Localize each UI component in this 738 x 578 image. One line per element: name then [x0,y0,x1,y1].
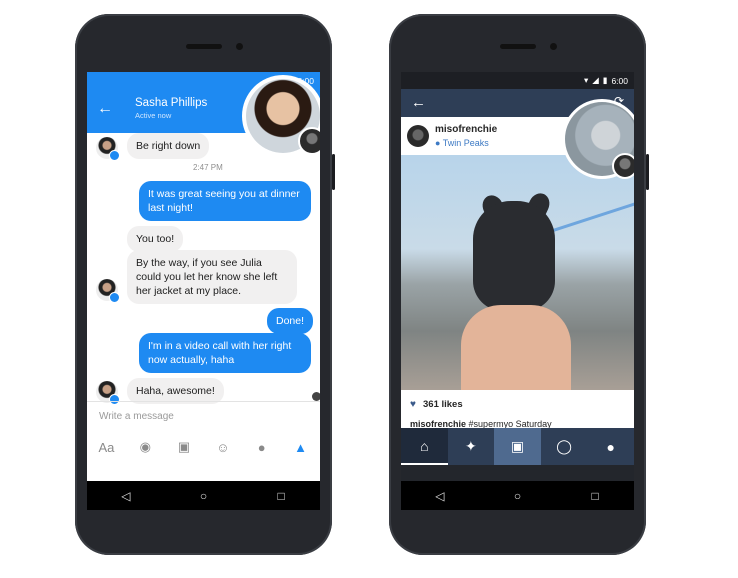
wifi-icon: ▾ [583,75,589,85]
phone-instagram: ▾ ◢ ▮ 6:00 ← ⟳ misofrenchie ● Twin Peaks… [389,14,649,555]
android-navbar: ◁ ○ □ [401,481,634,510]
avatar [96,381,120,405]
front-camera [549,43,557,50]
timestamp: 2:47 PM [193,163,223,172]
tab-profile[interactable]: ● [587,428,634,465]
home-icon: ⌂ [420,437,429,454]
nav-back-icon[interactable]: ◁ [420,489,460,503]
activity-icon: ◯ [556,438,572,454]
camera-icon: ▣ [510,438,525,454]
likes-row: ♥ 361 likes [401,390,634,420]
caption-username[interactable]: misofrenchie [410,420,466,428]
user-avatar[interactable] [407,125,429,147]
tab-explore[interactable]: ✦ [448,428,495,465]
message-outgoing: I'm in a video call with her right now a… [139,333,311,373]
microphone-icon[interactable]: ● [252,440,272,455]
status-bar: ▾ ◢ ▮ 6:00 [401,72,634,89]
composer-toolbar: Aa ◉ ▣ ☺ ● ▲ [87,431,320,463]
likes-count[interactable]: 361 likes [423,399,463,410]
text-format-button[interactable]: Aa [96,440,116,455]
caption-text: #supermyo Saturday [468,420,552,428]
contact-name: Sasha Phillips [135,97,208,109]
messenger-screen: ▾ ◢ ▮ 6:00 ← Sasha Phillips Active now B… [87,72,320,510]
nav-recent-icon[interactable]: □ [575,489,615,503]
bottom-tab-bar: ⌂ ✦ ▣ ◯ ● [401,428,634,465]
message-input[interactable]: Write a message [87,401,320,431]
contact-status: Active now [135,111,172,120]
message-list: Be right down 2:47 PM It was great seein… [87,133,320,405]
gallery-icon[interactable]: ▣ [174,439,194,455]
avatar [96,279,120,303]
emoji-icon[interactable]: ☺ [213,440,233,455]
tab-activity[interactable]: ◯ [541,428,588,465]
explore-icon: ✦ [465,438,477,454]
back-arrow-icon[interactable]: ← [97,100,113,118]
avatar [96,137,120,161]
message-incoming: Be right down [127,133,210,159]
messenger-badge-icon [109,150,120,161]
conversation-header: ← Sasha Phillips Active now [87,75,320,157]
message-incoming: By the way, if you see Julia could you l… [127,250,297,304]
read-receipt-avatar [312,392,320,401]
message-outgoing: Done! [267,308,314,334]
nav-back-icon[interactable]: ◁ [106,489,146,503]
self-view-thumbnail [612,153,634,179]
screen-bottom-gap [401,465,634,481]
post-location[interactable]: ● Twin Peaks [435,138,489,148]
message-outgoing: It was great seeing you at dinner last n… [139,181,311,221]
screen-bottom-gap [87,463,320,481]
post-caption: misofrenchie #supermyo Saturday [401,420,634,428]
heart-icon[interactable]: ♥ [410,399,416,410]
power-button [332,154,335,190]
camera-icon[interactable]: ◉ [135,439,155,455]
nav-home-icon[interactable]: ○ [183,489,223,503]
status-time: 6:00 [611,75,628,86]
location-pin-icon: ● [435,138,443,148]
power-button [646,154,649,190]
front-camera [235,43,243,50]
speaker-grille [185,44,222,49]
leash [552,201,634,232]
nav-recent-icon[interactable]: □ [261,489,301,503]
instagram-screen: ▾ ◢ ▮ 6:00 ← ⟳ misofrenchie ● Twin Peaks… [401,72,634,510]
android-navbar: ◁ ○ □ [87,481,320,510]
video-call-bubble[interactable] [562,99,634,179]
speaker-grille [499,44,536,49]
hands-figure [461,305,571,390]
signal-icon: ◢ [592,75,599,85]
battery-icon: ▮ [602,75,608,85]
messenger-badge-icon [109,292,120,303]
tab-camera[interactable]: ▣ [494,428,541,465]
phone-messenger: ▾ ◢ ▮ 6:00 ← Sasha Phillips Active now B… [75,14,335,555]
dog-figure [473,201,555,311]
back-arrow-icon[interactable]: ← [411,94,426,111]
thumbs-up-icon[interactable]: ▲ [291,440,311,455]
nav-home-icon[interactable]: ○ [497,489,537,503]
post-photo[interactable] [401,155,634,390]
tab-home[interactable]: ⌂ [401,428,448,465]
message-incoming: You too! [127,226,184,252]
profile-icon: ● [606,438,615,455]
post-username[interactable]: misofrenchie [435,124,497,135]
